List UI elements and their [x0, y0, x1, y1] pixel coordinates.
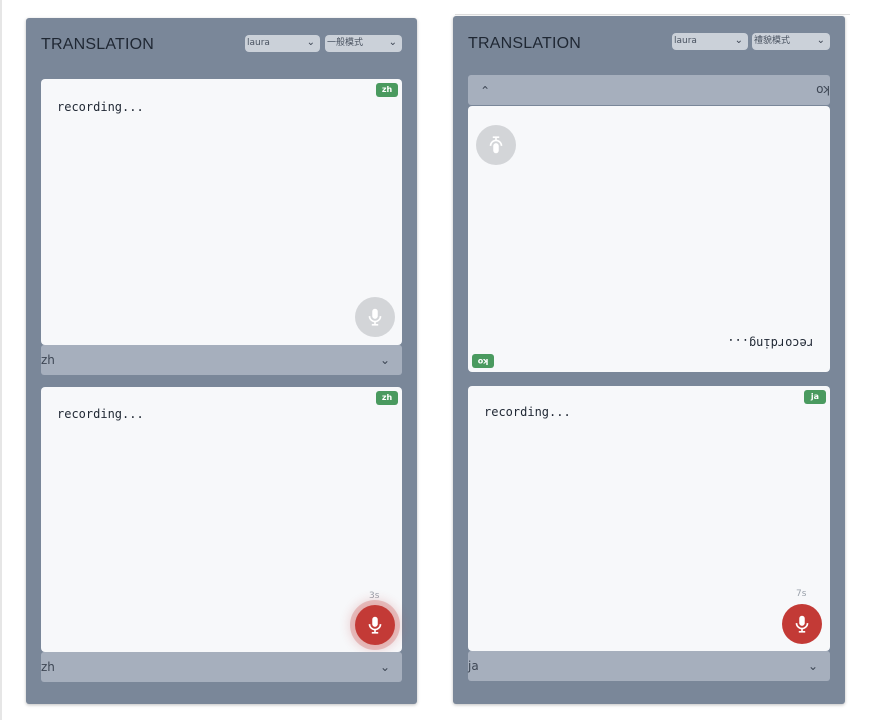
language-badge: zh [376, 391, 398, 405]
language-select-value: ja [468, 659, 479, 673]
chevron-down-icon: ⌄ [379, 353, 390, 367]
divider-line [455, 14, 850, 15]
mic-button[interactable] [355, 297, 395, 337]
window-edge [0, 0, 2, 720]
voice-select-value: laura [674, 36, 697, 46]
voice-select[interactable]: laura ⌄ [672, 33, 748, 50]
mic-button[interactable] [476, 125, 516, 165]
transcript-card-top: zh recording... [41, 79, 402, 345]
mic-button-recording[interactable] [355, 605, 395, 645]
transcript-card-bottom: ja recording... 7s [468, 386, 830, 651]
mode-select[interactable]: 一般模式 ⌄ [325, 35, 402, 52]
chevron-down-icon: ⌄ [306, 37, 315, 48]
language-select-value: zh [41, 353, 55, 367]
language-badge: ja [804, 390, 826, 404]
chevron-down-icon: ⌄ [734, 35, 743, 46]
chevron-down-icon: ⌄ [379, 660, 390, 674]
language-select-value: zh [41, 660, 55, 674]
chevron-down-icon: ⌄ [807, 659, 818, 673]
mode-select-value: 禮貌模式 [754, 36, 791, 46]
mode-select-value: 一般模式 [327, 38, 364, 48]
panel-title: TRANSLATION [468, 35, 582, 52]
transcript-text: recording... [57, 100, 144, 114]
language-select-top[interactable]: zh ⌄ [41, 345, 402, 375]
language-badge: zh [376, 83, 398, 97]
transcript-card-top: ko recording... [468, 106, 830, 372]
recording-timer: 7s [796, 589, 807, 599]
language-select-bottom[interactable]: zh ⌄ [41, 652, 402, 682]
language-select-top[interactable]: ko ⌄ [468, 75, 830, 105]
mic-button-recording[interactable] [782, 604, 822, 644]
voice-select-value: laura [247, 38, 270, 48]
microphone-icon [364, 614, 386, 636]
translation-panel-right: TRANSLATION laura ⌄ 禮貌模式 ⌄ ko ⌄ ko recor… [453, 16, 845, 704]
transcript-text: recording... [57, 407, 144, 421]
transcript-card-bottom: zh recording... 3s [41, 387, 402, 652]
microphone-icon [485, 134, 507, 156]
microphone-icon [364, 306, 386, 328]
chevron-down-icon: ⌄ [480, 83, 491, 97]
mode-select[interactable]: 禮貌模式 ⌄ [752, 33, 830, 50]
voice-select[interactable]: laura ⌄ [245, 35, 320, 52]
language-badge: ko [472, 354, 494, 368]
microphone-icon [791, 613, 813, 635]
chevron-down-icon: ⌄ [816, 35, 825, 46]
panel-title: TRANSLATION [41, 36, 155, 53]
transcript-text: recording... [484, 405, 571, 419]
transcript-text: recording... [727, 336, 814, 350]
translation-panel-left: TRANSLATION laura ⌄ 一般模式 ⌄ zh recording.… [26, 18, 417, 704]
chevron-down-icon: ⌄ [388, 37, 397, 48]
language-select-value: ko [816, 83, 830, 97]
recording-timer: 3s [369, 591, 380, 601]
language-select-bottom[interactable]: ja ⌄ [468, 651, 830, 681]
